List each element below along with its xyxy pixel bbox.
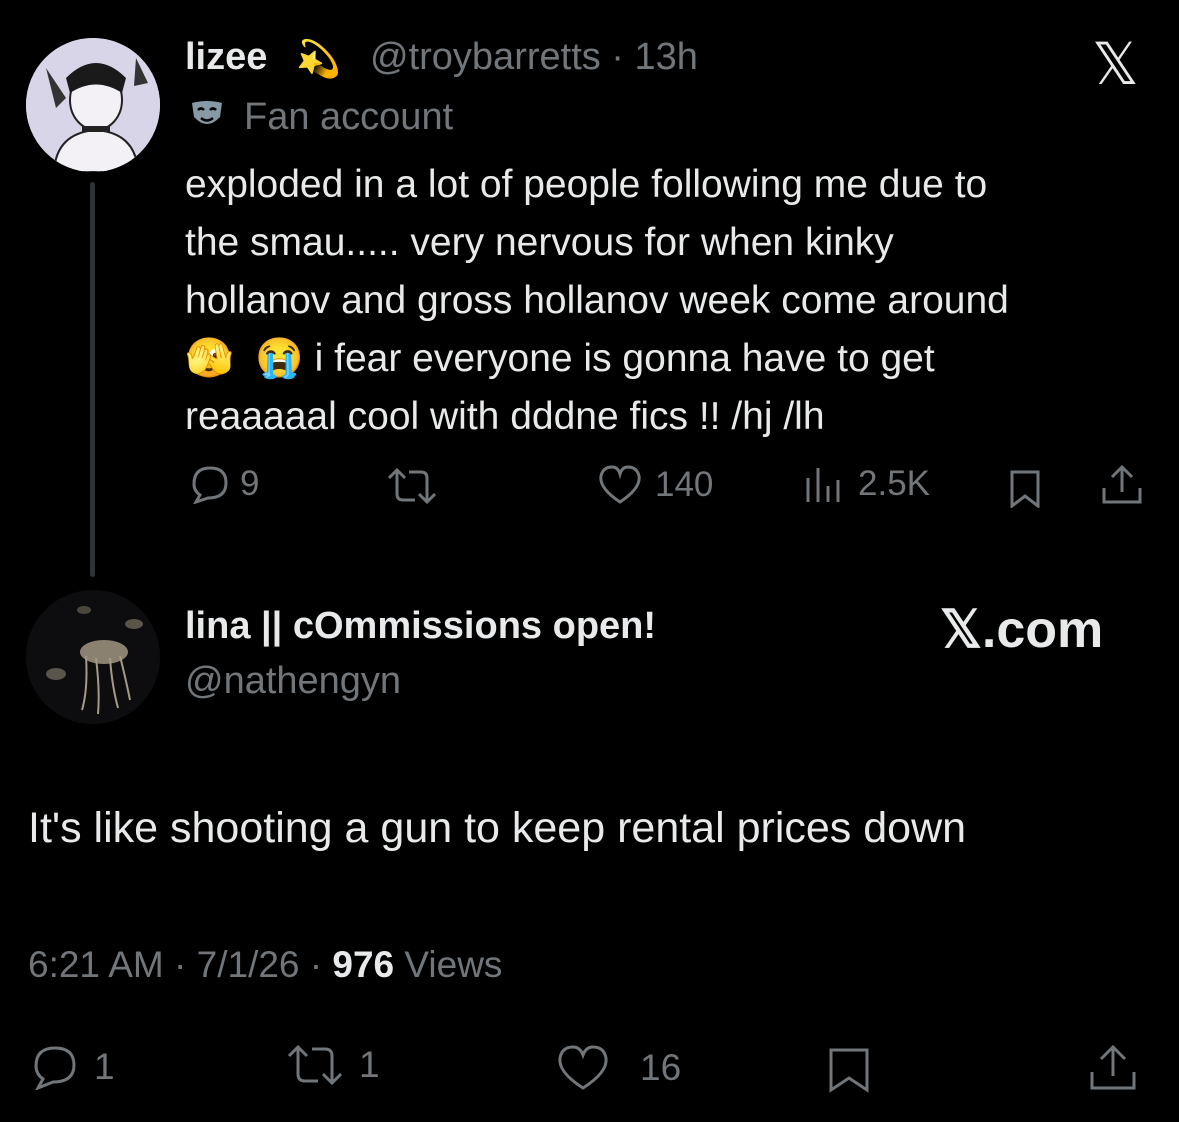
fan-account-label: Fan account bbox=[244, 96, 454, 138]
reply-button[interactable]: 1 bbox=[30, 1044, 115, 1090]
display-name[interactable]: lina || cOmmissions open! bbox=[185, 605, 656, 648]
bookmark-icon bbox=[1010, 470, 1040, 508]
display-name[interactable]: lizee bbox=[185, 36, 267, 79]
reply-count: 9 bbox=[240, 464, 260, 503]
timestamp[interactable]: 6:21 AM · 7/1/26 · bbox=[28, 944, 332, 985]
heart-icon bbox=[599, 465, 641, 504]
bookmark-button[interactable] bbox=[1006, 468, 1044, 508]
thread-line bbox=[90, 182, 95, 577]
views-icon bbox=[806, 468, 840, 502]
share-icon bbox=[1090, 1044, 1136, 1090]
retweet-button[interactable] bbox=[385, 468, 439, 504]
reply-icon bbox=[192, 466, 228, 504]
share-button[interactable] bbox=[1100, 464, 1144, 506]
retweet-count: 1 bbox=[359, 1044, 380, 1085]
handle-and-time[interactable]: @troybarretts · 13h bbox=[370, 36, 698, 79]
views-label: Views bbox=[394, 944, 503, 985]
like-button[interactable]: 16 bbox=[556, 1044, 681, 1092]
reply-icon bbox=[34, 1046, 76, 1090]
retweet-icon bbox=[387, 468, 437, 504]
x-logo-icon: 𝕏 bbox=[1092, 30, 1139, 98]
bookmark-button[interactable] bbox=[825, 1046, 873, 1094]
like-count: 16 bbox=[640, 1047, 682, 1088]
views-count: 2.5K bbox=[858, 464, 930, 503]
views-button[interactable]: 2.5K bbox=[802, 464, 930, 504]
dizzy-emoji-icon: 💫 bbox=[296, 38, 341, 79]
bookmark-icon bbox=[829, 1048, 869, 1093]
tweet-text: It's like shooting a gun to keep rental … bbox=[28, 804, 967, 852]
x-com-watermark: 𝕏.com bbox=[940, 601, 1104, 659]
share-icon bbox=[1102, 464, 1142, 504]
tweet-text: exploded in a lot of people following me… bbox=[185, 163, 1009, 438]
reply-button[interactable]: 9 bbox=[188, 464, 259, 504]
like-count: 140 bbox=[655, 465, 714, 504]
avatar[interactable] bbox=[26, 38, 160, 172]
tweet-meta: 6:21 AM · 7/1/26 · 976 Views bbox=[28, 944, 502, 986]
share-button[interactable] bbox=[1088, 1044, 1138, 1092]
avatar[interactable] bbox=[26, 590, 160, 724]
mask-icon bbox=[189, 99, 225, 139]
heart-icon bbox=[558, 1045, 608, 1090]
like-button[interactable]: 140 bbox=[597, 464, 713, 506]
handle[interactable]: @nathengyn bbox=[185, 660, 401, 703]
retweet-button[interactable]: 1 bbox=[285, 1044, 380, 1086]
retweet-icon bbox=[287, 1044, 343, 1086]
views-count: 976 bbox=[332, 944, 395, 985]
reply-count: 1 bbox=[94, 1046, 115, 1087]
